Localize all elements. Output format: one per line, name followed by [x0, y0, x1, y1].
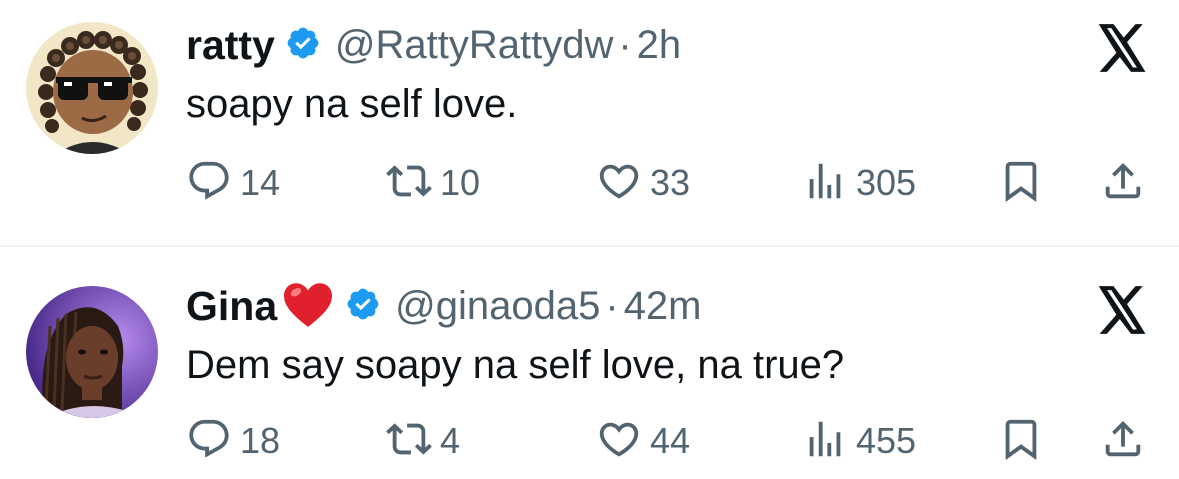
- tweet-header: Gina @ginaoda5 · 42m: [186, 281, 702, 331]
- bookmark-button[interactable]: [998, 416, 1044, 466]
- tweet-header: ratty @RattyRattydw · 2h: [186, 20, 681, 70]
- timestamp[interactable]: 2h: [637, 23, 682, 68]
- user-handle[interactable]: @RattyRattydw: [335, 23, 613, 68]
- share-button[interactable]: [1100, 158, 1146, 208]
- action-bar: 18 4 44 455: [186, 416, 1156, 466]
- reply-count: 14: [240, 162, 281, 203]
- user-handle[interactable]: @ginaoda5: [395, 284, 600, 329]
- views-button[interactable]: 305: [802, 158, 916, 208]
- share-icon: [1100, 416, 1146, 467]
- bookmark-icon: [998, 416, 1044, 467]
- views-icon: [802, 158, 848, 209]
- reply-button[interactable]: 14: [186, 158, 280, 208]
- like-count: 44: [650, 420, 691, 461]
- avatar[interactable]: [26, 22, 158, 154]
- retweet-icon: [386, 158, 432, 209]
- x-logo-icon: [1096, 286, 1148, 334]
- x-logo-icon: [1096, 24, 1148, 72]
- like-count: 33: [650, 162, 691, 203]
- bookmark-button[interactable]: [998, 158, 1044, 208]
- reply-button[interactable]: 18: [186, 416, 280, 466]
- bookmark-icon: [998, 158, 1044, 209]
- retweet-button[interactable]: 10: [386, 158, 480, 208]
- tweet-text: soapy na self love.: [186, 82, 518, 126]
- separator: ·: [618, 22, 632, 67]
- like-button[interactable]: 33: [596, 158, 690, 208]
- views-count: 305: [856, 162, 917, 203]
- views-count: 455: [856, 420, 917, 461]
- separator: ·: [605, 283, 619, 328]
- retweet-count: 4: [440, 420, 461, 461]
- display-name[interactable]: ratty: [186, 22, 275, 69]
- tweet-card[interactable]: Gina @ginaoda5 · 42m Dem say soapy na se…: [0, 248, 1179, 478]
- display-name[interactable]: Gina: [186, 283, 277, 330]
- retweet-icon: [386, 416, 432, 467]
- reply-icon: [186, 158, 232, 209]
- retweet-button[interactable]: 4: [386, 416, 460, 466]
- avatar[interactable]: [26, 286, 158, 418]
- share-icon: [1100, 158, 1146, 209]
- reply-icon: [186, 416, 232, 467]
- red-heart-emoji-icon: [281, 280, 335, 333]
- views-icon: [802, 416, 848, 467]
- reply-count: 18: [240, 420, 281, 461]
- views-button[interactable]: 455: [802, 416, 916, 466]
- verified-badge-icon: [285, 25, 321, 66]
- timestamp[interactable]: 42m: [624, 284, 702, 329]
- action-bar: 14 10 33 305: [186, 158, 1156, 208]
- share-button[interactable]: [1100, 416, 1146, 466]
- retweet-count: 10: [440, 162, 481, 203]
- divider: [0, 245, 1179, 247]
- tweet-card[interactable]: ratty @RattyRattydw · 2h soapy na self l…: [0, 0, 1179, 230]
- tweet-text: Dem say soapy na self love, na true?: [186, 343, 845, 387]
- heart-icon: [596, 416, 642, 467]
- heart-icon: [596, 158, 642, 209]
- verified-badge-icon: [345, 286, 381, 327]
- like-button[interactable]: 44: [596, 416, 690, 466]
